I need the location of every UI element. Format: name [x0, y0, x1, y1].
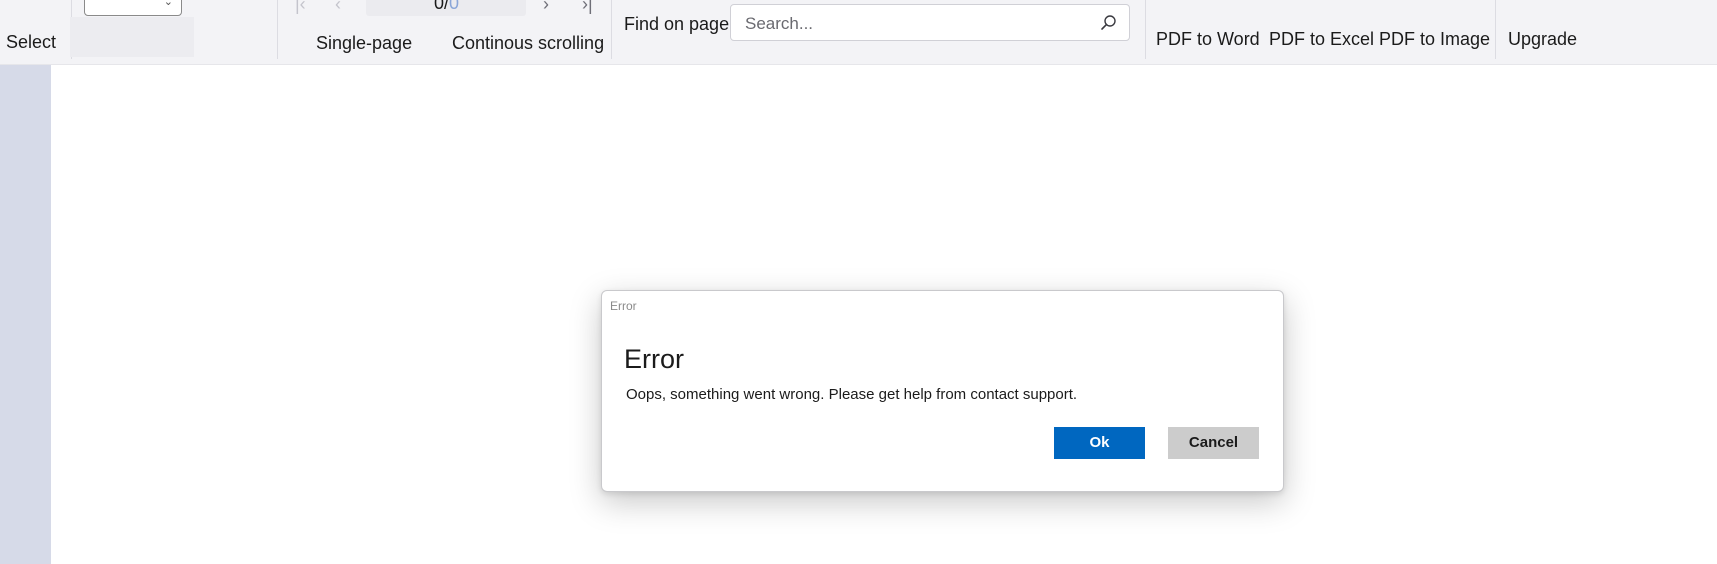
error-dialog: Error Error Oops, something went wrong. … [601, 290, 1284, 492]
search-input[interactable] [743, 5, 1087, 42]
upgrade-button[interactable]: Upgrade [1508, 28, 1577, 50]
left-sidebar [0, 65, 51, 564]
next-page-icon[interactable]: › [543, 0, 549, 14]
first-page-icon[interactable]: |‹ [295, 0, 306, 14]
pdf-to-word-button[interactable]: PDF to Word [1156, 28, 1260, 50]
toolbar: Select ⌄ |‹ ‹ 0/0 › ›| Single-page Conti… [0, 0, 1717, 65]
page-indicator: 0/0 [434, 0, 459, 13]
toolbar-divider [277, 0, 278, 59]
dialog-message: Oops, something went wrong. Please get h… [626, 386, 1078, 403]
dialog-title: Error [624, 344, 684, 374]
pdf-to-excel-button[interactable]: PDF to Excel [1269, 28, 1374, 50]
pdf-to-image-button[interactable]: PDF to Image [1379, 28, 1490, 50]
toolbar-divider [611, 0, 612, 59]
single-page-button[interactable]: Single-page [316, 32, 412, 54]
toolbar-divider [1495, 0, 1496, 59]
search-icon[interactable] [1100, 14, 1117, 31]
last-page-icon[interactable]: ›| [582, 0, 593, 14]
search-field[interactable] [730, 4, 1130, 42]
zoom-area [70, 17, 194, 57]
total-pages: 0 [449, 0, 460, 13]
zoom-dropdown[interactable]: ⌄ [84, 0, 182, 16]
ok-button[interactable]: Ok [1054, 427, 1145, 459]
select-button[interactable]: Select [6, 31, 56, 53]
toolbar-divider [1145, 0, 1146, 59]
dialog-caption: Error [610, 299, 637, 313]
chevron-down-icon: ⌄ [163, 0, 173, 8]
prev-page-icon[interactable]: ‹ [335, 0, 341, 14]
continuous-scrolling-button[interactable]: Continous scrolling [452, 32, 604, 54]
find-on-page-label: Find on page [624, 14, 730, 34]
current-page: 0 [434, 0, 445, 13]
cancel-button[interactable]: Cancel [1168, 427, 1259, 459]
